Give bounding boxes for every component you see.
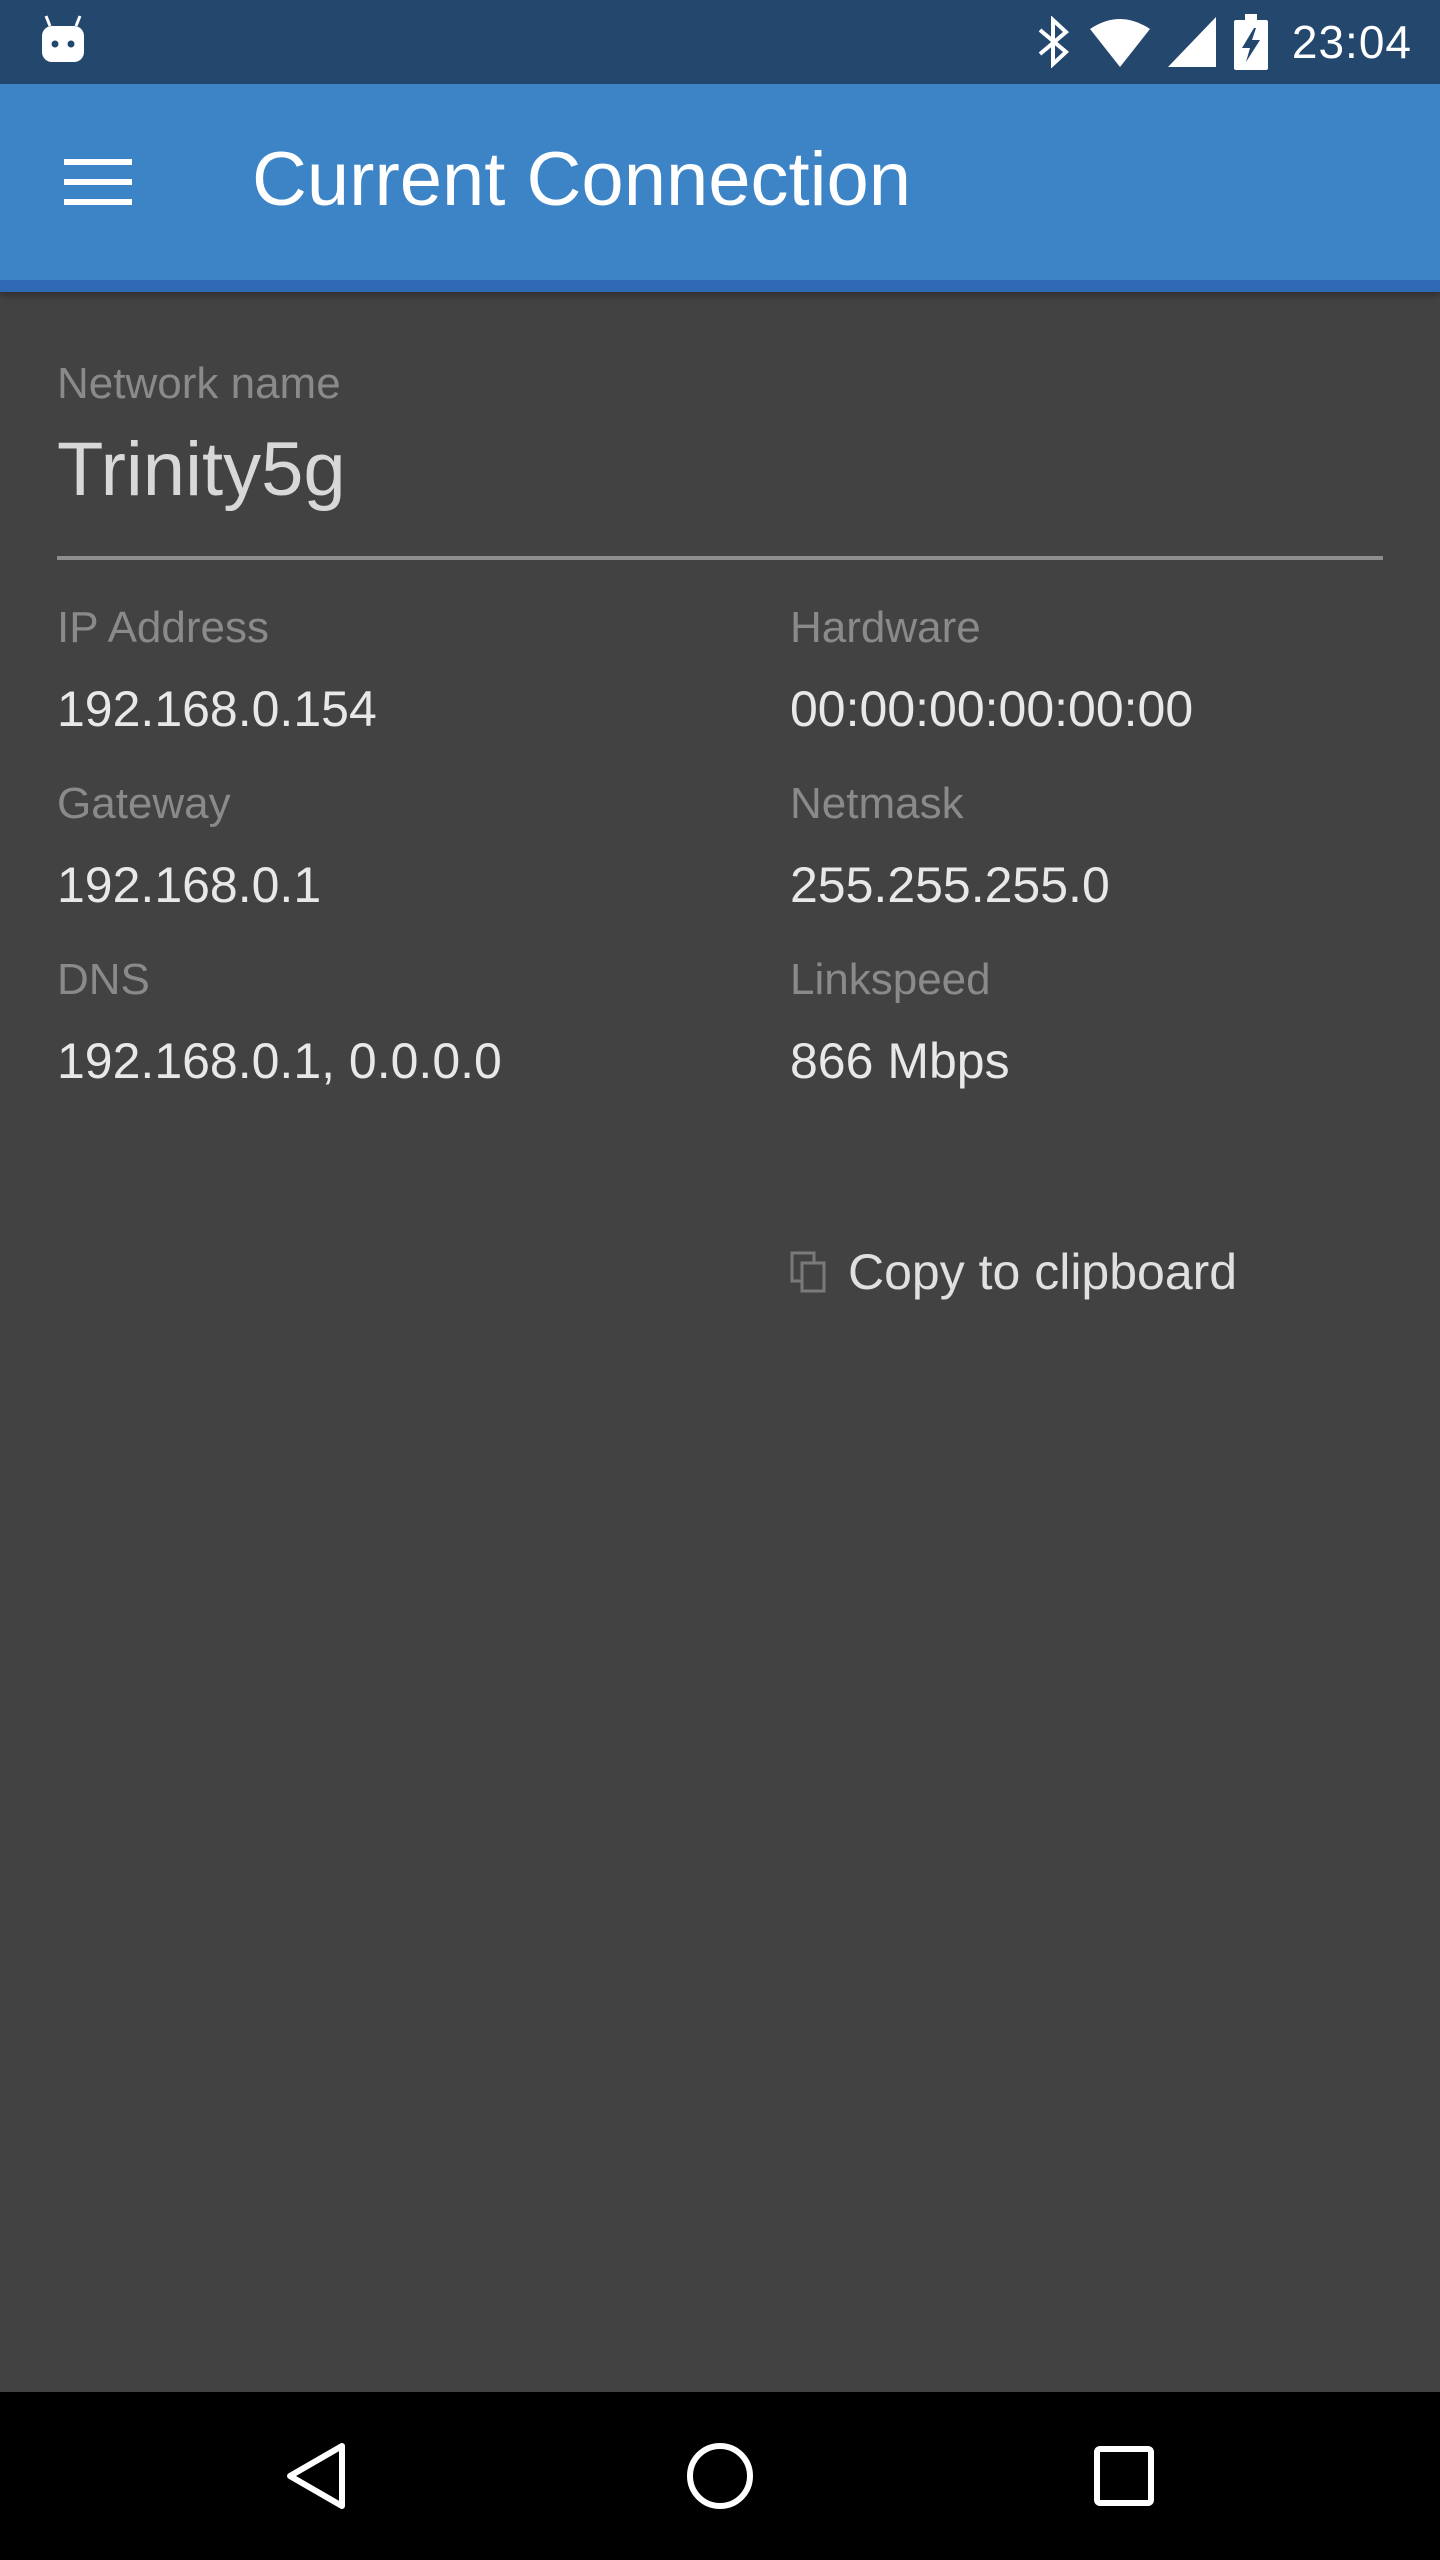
divider bbox=[57, 556, 1383, 560]
gateway-label: Gateway bbox=[57, 779, 231, 828]
netmask-value: 255.255.255.0 bbox=[790, 857, 1110, 913]
hardware-label: Hardware bbox=[790, 603, 981, 652]
network-name-value: Trinity5g bbox=[57, 427, 346, 512]
hardware-value: 00:00:00:00:00:00 bbox=[790, 681, 1194, 737]
netmask-label: Netmask bbox=[790, 779, 964, 828]
linkspeed-value: 866 Mbps bbox=[790, 1033, 1010, 1089]
back-icon bbox=[287, 2443, 345, 2509]
wifi-icon bbox=[1089, 19, 1150, 67]
copy-to-clipboard-label: Copy to clipboard bbox=[848, 1244, 1238, 1300]
gateway-value: 192.168.0.1 bbox=[57, 857, 322, 913]
ip-address-label: IP Address bbox=[57, 603, 269, 652]
battery-charging-icon bbox=[1233, 14, 1268, 70]
clock: 23:04 bbox=[1291, 16, 1412, 68]
dns-value: 192.168.0.1, 0.0.0.0 bbox=[57, 1033, 502, 1089]
page-title: Current Connection bbox=[252, 137, 912, 222]
cell-signal-icon bbox=[1167, 17, 1216, 67]
home-icon bbox=[687, 2443, 753, 2509]
status-bar: 23:04 bbox=[0, 0, 1440, 84]
android-icon bbox=[42, 15, 84, 62]
back-button[interactable] bbox=[266, 2426, 366, 2526]
menu-button[interactable] bbox=[50, 142, 146, 222]
dns-label: DNS bbox=[57, 955, 150, 1004]
home-button[interactable] bbox=[670, 2426, 770, 2526]
navigation-bar bbox=[0, 2392, 1440, 2560]
linkspeed-label: Linkspeed bbox=[790, 955, 991, 1004]
connection-details: Network name Trinity5g IP Address 192.16… bbox=[0, 292, 1440, 2392]
copy-icon bbox=[790, 1251, 826, 1293]
bluetooth-icon bbox=[1038, 16, 1069, 68]
copy-to-clipboard-button[interactable]: Copy to clipboard bbox=[790, 1232, 1237, 1312]
recents-button[interactable] bbox=[1074, 2426, 1174, 2526]
recents-icon bbox=[1094, 2446, 1154, 2506]
ip-address-value: 192.168.0.154 bbox=[57, 681, 377, 737]
hamburger-menu-icon bbox=[64, 159, 132, 205]
app-bar: Current Connection bbox=[0, 84, 1440, 292]
network-name-label: Network name bbox=[57, 359, 341, 408]
